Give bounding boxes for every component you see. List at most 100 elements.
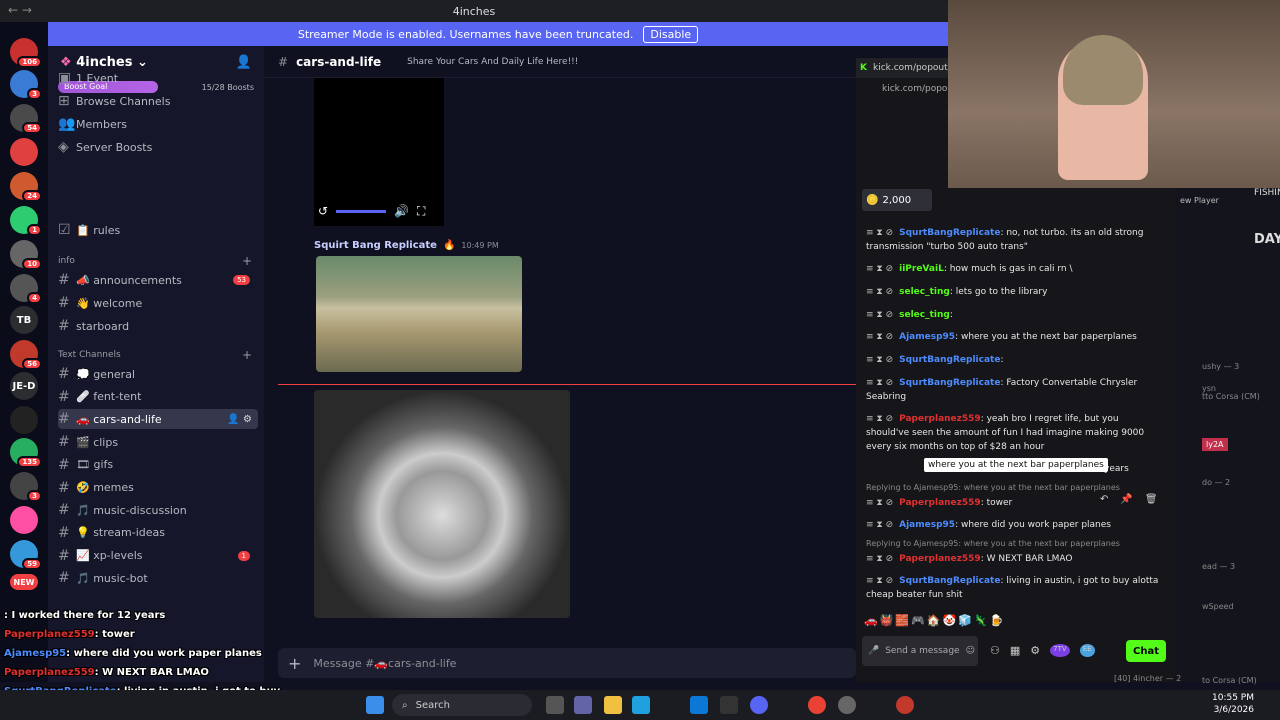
add-channel-icon[interactable]: +: [242, 254, 252, 268]
mod-actions-icon[interactable]: ≡ ⧗ ⊘: [866, 355, 893, 365]
mod-actions-icon[interactable]: ≡ ⧗ ⊘: [866, 576, 893, 586]
channel-item[interactable]: # 📈 xp-levels 1: [58, 546, 258, 566]
chat-message[interactable]: ≡ ⧗ ⊘ SqurtBangReplicate: no, not turbo. …: [866, 226, 1162, 254]
author-name[interactable]: Squirt Bang Replicate: [314, 240, 437, 251]
chat-username[interactable]: SqurtBangReplicate: [899, 228, 1000, 238]
channel-item[interactable]: # starboard: [58, 316, 258, 336]
sidebar-item-0[interactable]: ▣ 1 Event: [58, 68, 258, 88]
mod-actions-icon[interactable]: ≡ ⧗ ⊘: [866, 287, 893, 297]
chat-username[interactable]: selec_ting: [899, 287, 950, 297]
truck-photo[interactable]: [316, 256, 522, 372]
emoji-icon[interactable]: ☺: [966, 646, 975, 656]
channel-item[interactable]: # 🎵 music-bot: [58, 568, 258, 588]
server-icon[interactable]: 106: [10, 38, 42, 68]
start-icon[interactable]: [366, 696, 384, 714]
channel-item[interactable]: # 🤣 memes: [58, 478, 258, 498]
channel-item[interactable]: # 🎞 gifs: [58, 455, 258, 475]
disable-button[interactable]: Disable: [643, 25, 699, 43]
channel-item[interactable]: # 💡 stream-ideas: [58, 523, 258, 543]
server-icon[interactable]: 10: [10, 240, 42, 270]
channel-item[interactable]: # 🚗 cars-and-life 👤 ⚙: [58, 409, 258, 430]
chat-message[interactable]: ≡ ⧗ ⊘ SqurtBangReplicate: Factory Convert…: [866, 376, 1162, 404]
volume-slider[interactable]: [336, 209, 387, 213]
chat-username[interactable]: SqurtBangReplicate: [899, 576, 1000, 586]
channel-item[interactable]: # 💭 general: [58, 364, 258, 384]
back-forward-icons[interactable]: ← →: [8, 3, 32, 17]
chat-send-button[interactable]: Chat: [1126, 640, 1166, 662]
server-icon[interactable]: 135: [10, 438, 42, 468]
app-icon[interactable]: [720, 696, 738, 714]
channel-item[interactable]: # 🩹 fent-tent: [58, 387, 258, 407]
chat-username[interactable]: iiPreVaiL: [899, 264, 944, 274]
store-icon[interactable]: [690, 696, 708, 714]
mod-actions-icon[interactable]: ≡ ⧗ ⊘: [866, 228, 893, 238]
volume-icon[interactable]: 🔊: [394, 204, 409, 218]
server-icon[interactable]: 3: [10, 472, 42, 502]
mod-actions-icon[interactable]: ≡ ⧗ ⊘: [866, 520, 893, 530]
7tv-icon[interactable]: 7TV: [1050, 644, 1070, 657]
message-composer[interactable]: + Message #🚗cars-and-life: [278, 648, 856, 678]
server-icon[interactable]: TB: [10, 306, 38, 334]
chat-username[interactable]: Ajamesp95: [899, 332, 955, 342]
mod-actions-icon[interactable]: ≡ ⧗ ⊘: [866, 498, 893, 508]
chat-username[interactable]: selec_ting: [899, 310, 950, 320]
server-icon[interactable]: JE-D: [10, 372, 38, 400]
server-icon[interactable]: 56: [10, 340, 42, 370]
car-photo[interactable]: [314, 390, 570, 618]
server-icon[interactable]: 3: [10, 70, 42, 100]
chrome-icon[interactable]: [808, 696, 826, 714]
mod-actions-icon[interactable]: ≡ ⧗ ⊘: [866, 264, 893, 274]
sidebar-item-1[interactable]: ⊞ Browse Channels: [58, 91, 258, 111]
chat-username[interactable]: Ajamesp95: [899, 520, 955, 530]
chat-message[interactable]: ≡ ⧗ ⊘ Paperplanez559: yeah bro I regret l…: [866, 412, 1162, 454]
channel-item[interactable]: # 🎬 clips: [58, 432, 258, 452]
channel-rules[interactable]: ☑ 📋 rules: [58, 220, 258, 240]
app-icon[interactable]: [896, 696, 914, 714]
kick-message-input[interactable]: 🎤 Send a message ☺: [862, 636, 978, 666]
chat-message[interactable]: ≡ ⧗ ⊘ Ajamesp95: where you at the next ba…: [866, 330, 1162, 344]
chat-username[interactable]: Paperplanez559: [899, 414, 981, 424]
chat-message[interactable]: ≡ ⧗ ⊘ iiPreVaiL: how much is gas in cali …: [866, 262, 1162, 276]
extension-icon[interactable]: EE: [1079, 644, 1095, 657]
edge-icon[interactable]: [632, 696, 650, 714]
discord-icon[interactable]: [750, 696, 768, 714]
taskbar-search[interactable]: ⌕ Search: [392, 694, 532, 716]
chat-message[interactable]: ≡ ⧗ ⊘ SqurtBangReplicate:: [866, 353, 1162, 367]
obs-icon[interactable]: [838, 696, 856, 714]
server-icon[interactable]: [10, 406, 38, 434]
pin-icon[interactable]: 📌: [1120, 494, 1132, 505]
channel-item[interactable]: # 📣 announcements 53: [58, 270, 258, 290]
file-explorer-icon[interactable]: [604, 696, 622, 714]
chat-message[interactable]: ≡ ⧗ ⊘ Paperplanez559: W NEXT BAR LMAO: [866, 552, 1162, 566]
chat-username[interactable]: SqurtBangReplicate: [899, 378, 1000, 388]
mic-icon[interactable]: 🎤: [868, 646, 879, 656]
sidebar-item-3[interactable]: ◈ Server Boosts: [58, 137, 258, 157]
chat-username[interactable]: Paperplanez559: [899, 498, 981, 508]
channel-item[interactable]: # 👋 welcome: [58, 293, 258, 313]
mod-actions-icon[interactable]: ≡ ⧗ ⊘: [866, 332, 893, 342]
chat-message[interactable]: ≡ ⧗ ⊘ selec_ting:: [866, 308, 1162, 322]
sidebar-item-2[interactable]: 👥 Members: [58, 114, 258, 134]
server-icon[interactable]: 54: [10, 104, 42, 134]
fullscreen-icon[interactable]: ⛶: [417, 204, 425, 219]
category-text-channels[interactable]: Text Channels +: [58, 348, 258, 362]
chat-message[interactable]: ≡ ⧗ ⊘ selec_ting: lets go to the library: [866, 285, 1162, 299]
mod-actions-icon[interactable]: ≡ ⧗ ⊘: [866, 414, 893, 424]
add-attachment-icon[interactable]: +: [288, 654, 301, 673]
chat-message[interactable]: ≡ ⧗ ⊘ Ajamesp95: where did you work paper…: [866, 518, 1162, 532]
calendar-icon[interactable]: ▦: [1010, 644, 1020, 657]
mod-actions-icon[interactable]: ≡ ⧗ ⊘: [866, 554, 893, 564]
channel-item[interactable]: # 🎵 music-discussion: [58, 500, 258, 520]
replay-icon[interactable]: ↺: [318, 204, 328, 218]
chat-username[interactable]: SqurtBangReplicate: [899, 355, 1000, 365]
server-icon[interactable]: 4: [10, 274, 42, 304]
chat-message[interactable]: ≡ ⧗ ⊘ SqurtBangReplicate: living in austi…: [866, 574, 1162, 602]
server-icon[interactable]: [10, 138, 38, 166]
gear-icon[interactable]: ⚙: [1030, 644, 1040, 657]
emote-bar[interactable]: 🚗👹🧱🎮🏠🤡🧊🦎🍺: [864, 614, 1054, 630]
chat-message[interactable]: years: [1104, 462, 1144, 476]
channel-settings-icon[interactable]: 👤 ⚙: [227, 414, 252, 425]
mod-actions-icon[interactable]: ≡ ⧗ ⊘: [866, 310, 893, 320]
system-clock[interactable]: 10:55 PM 3/6/2026: [1212, 692, 1254, 716]
reply-icon[interactable]: ↶: [1100, 494, 1108, 505]
